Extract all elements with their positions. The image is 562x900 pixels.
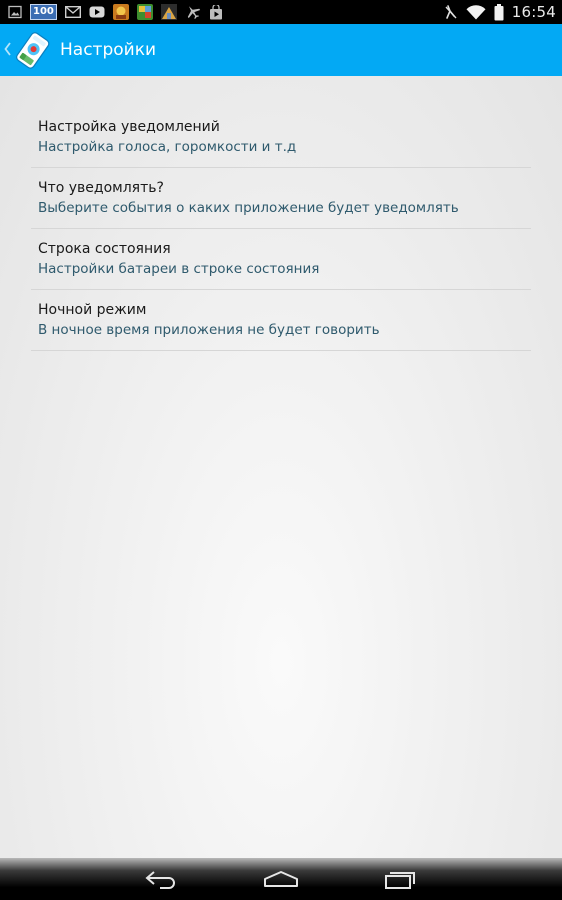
youtube-icon: [89, 6, 105, 18]
play-store-icon: [209, 4, 222, 19]
action-bar: Настройки: [0, 24, 562, 76]
navigation-bar: [0, 858, 562, 900]
status-bar: 100 16:54: [0, 0, 562, 24]
pref-summary: Настройка голоса, горомкости и т.д: [38, 139, 297, 155]
system-status-icons: 16:54: [444, 0, 556, 24]
pref-title: Ночной режим: [38, 302, 147, 318]
pref-status-bar[interactable]: Строка состояния Настройки батареи в стр…: [31, 229, 531, 290]
pref-night-mode[interactable]: Ночной режим В ночное время приложения н…: [31, 290, 531, 351]
pref-what-to-notify[interactable]: Что уведомлять? Выберите события о каких…: [31, 168, 531, 229]
recent-apps-icon: [385, 872, 415, 889]
pref-summary: Настройки батареи в строке состояния: [38, 261, 320, 277]
up-chevron-icon: [4, 42, 11, 56]
page-title: Настройки: [60, 40, 157, 60]
counter-badge: 100: [30, 4, 57, 20]
pref-title: Строка состояния: [38, 241, 171, 257]
battery-icon: [494, 3, 504, 20]
pref-title: Настройка уведомлений: [38, 119, 220, 135]
pref-title: Что уведомлять?: [38, 180, 164, 196]
preference-list: Настройка уведомлений Настройка голоса, …: [31, 107, 531, 351]
no-signal-icon: [445, 5, 457, 19]
home-button[interactable]: [246, 858, 316, 900]
clock: 16:54: [511, 3, 556, 21]
gallery-icon: [8, 5, 22, 19]
pref-summary: Выберите события о каких приложение буде…: [38, 200, 459, 216]
recent-apps-button[interactable]: [365, 858, 435, 900]
notification-icons: 100: [8, 3, 223, 21]
pref-notification-settings[interactable]: Настройка уведомлений Настройка голоса, …: [31, 107, 531, 168]
game-icon-3: [160, 4, 177, 20]
app-logo-icon: [16, 32, 50, 69]
pref-summary: В ночное время приложения не будет говор…: [38, 322, 380, 338]
wifi-icon: [466, 4, 486, 19]
back-button[interactable]: [127, 858, 197, 900]
home-icon: [264, 871, 298, 887]
game-icon-2: [136, 4, 153, 20]
home-up-button[interactable]: [0, 24, 52, 76]
settings-content: Настройка уведомлений Настройка голоса, …: [0, 76, 562, 858]
game-icon-1: [112, 4, 129, 20]
gmail-icon: [64, 6, 81, 18]
back-icon: [145, 871, 175, 889]
airplane-icon: [187, 6, 201, 20]
